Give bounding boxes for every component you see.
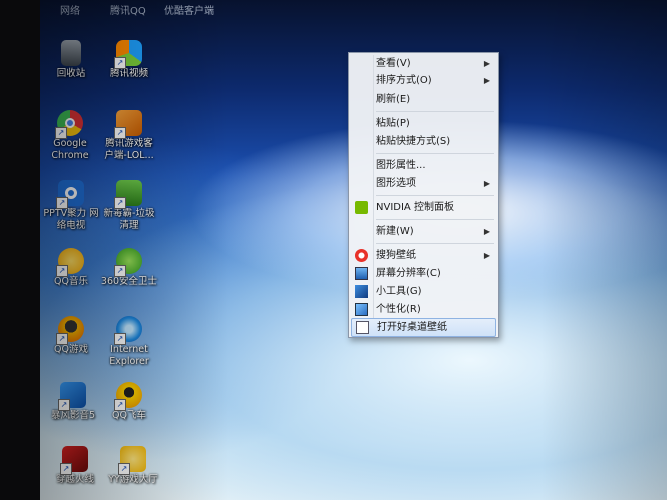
desktop-icon-chrome[interactable]: ↗ Google Chrome: [40, 110, 101, 162]
menu-item-graphics-options[interactable]: 图形选项 ▶: [351, 175, 496, 192]
baofeng-icon: ↗: [58, 382, 86, 411]
personalize-icon: [355, 303, 368, 316]
qq-speed-icon: ↗: [114, 382, 142, 411]
menu-item-screen-resolution[interactable]: 屏幕分辨率(C): [351, 265, 496, 282]
desktop-icon-qq-music[interactable]: ↗ QQ音乐: [40, 248, 102, 288]
desktop-icon-yy-game[interactable]: ↗ YY游戏大厅: [102, 446, 164, 486]
qq-music-icon: ↗: [56, 248, 84, 277]
menu-separator: [376, 243, 494, 244]
screen-resolution-icon: [355, 267, 368, 280]
sogou-wallpaper-icon: [355, 249, 368, 262]
desktop-icon-tencent-games[interactable]: ↗ 腾讯游戏客 户端-LOL...: [98, 110, 160, 162]
chrome-icon: ↗: [55, 110, 83, 139]
qq-game-icon: ↗: [56, 316, 84, 345]
desktop-icon-crossfire[interactable]: ↗ 穿越火线: [44, 446, 106, 486]
taskbar-label-qq: 腾讯QQ: [110, 6, 146, 17]
gadgets-icon: [355, 285, 368, 298]
menu-item-view[interactable]: 查看(V) ▶: [351, 55, 496, 72]
pptv-icon: ↗: [56, 180, 84, 209]
haozhuodao-wallpaper-icon: [356, 321, 369, 334]
desktop-icon-tencent-video[interactable]: ↗ 腾讯视频: [98, 40, 160, 80]
desktop-icon-recycle-bin[interactable]: 回收站: [40, 40, 102, 80]
submenu-arrow-icon: ▶: [483, 179, 490, 188]
menu-item-refresh[interactable]: 刷新(E): [351, 91, 496, 108]
tencent-games-icon: ↗: [114, 110, 142, 139]
menu-separator: [376, 195, 494, 196]
desktop-icon-ie[interactable]: ↗ Internet Explorer: [98, 316, 160, 368]
submenu-arrow-icon: ▶: [483, 59, 490, 68]
desktop-context-menu: 查看(V) ▶ 排序方式(O) ▶ 刷新(E) 粘贴(P) 粘贴快捷方式(S) …: [348, 52, 499, 338]
menu-item-new[interactable]: 新建(W) ▶: [351, 223, 496, 240]
menu-item-sort-by[interactable]: 排序方式(O) ▶: [351, 72, 496, 89]
menu-item-paste[interactable]: 粘贴(P): [351, 115, 496, 132]
yy-game-icon: ↗: [118, 446, 146, 475]
desktop-icon-360-safe[interactable]: ↗ 360安全卫士: [98, 248, 160, 288]
desktop-icon-qq-game[interactable]: ↗ QQ游戏: [40, 316, 102, 356]
menu-item-graphics-properties[interactable]: 图形属性...: [351, 157, 496, 174]
menu-separator: [376, 153, 494, 154]
ie-icon: ↗: [114, 316, 142, 345]
menu-separator: [376, 219, 494, 220]
desktop-icon-qq-speed[interactable]: ↗ QQ飞车: [98, 382, 160, 422]
menu-item-paste-shortcut[interactable]: 粘贴快捷方式(S): [351, 133, 496, 150]
submenu-arrow-icon: ▶: [483, 76, 490, 85]
taskbar-label-network: 网络: [60, 6, 80, 17]
desktop-icon-baofeng[interactable]: ↗ 暴风影音5: [42, 382, 104, 422]
360-safe-icon: ↗: [114, 248, 142, 277]
menu-item-gadgets[interactable]: 小工具(G): [351, 283, 496, 300]
desktop-icon-duba-cleaner[interactable]: ↗ 新毒霸-垃圾 清理: [98, 180, 160, 232]
menu-item-personalize[interactable]: 个性化(R): [351, 301, 496, 318]
menu-item-nvidia-control-panel[interactable]: NVIDIA 控制面板: [351, 199, 496, 216]
nvidia-icon: [355, 201, 368, 214]
tencent-video-icon: ↗: [114, 40, 142, 69]
menu-separator: [376, 111, 494, 112]
desktop-icon-pptv[interactable]: ↗ PPTV聚力 网 络电视: [40, 180, 102, 232]
duba-cleaner-icon: ↗: [114, 180, 142, 209]
submenu-arrow-icon: ▶: [483, 227, 490, 236]
recycle-bin-icon: [61, 40, 81, 66]
taskbar-label-youku: 优酷客户端: [164, 6, 214, 17]
crossfire-icon: ↗: [60, 446, 88, 475]
submenu-arrow-icon: ▶: [483, 251, 490, 260]
menu-item-sogou-wallpaper[interactable]: 搜狗壁纸 ▶: [351, 247, 496, 264]
